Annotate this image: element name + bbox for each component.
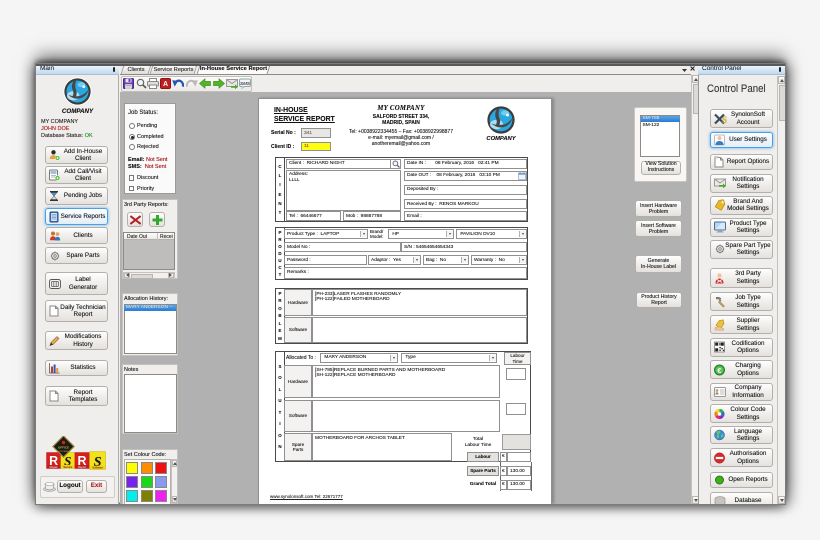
svg-text:Report: Report	[78, 465, 86, 469]
svg-text:S: S	[722, 115, 727, 125]
svg-text:Service: Service	[63, 465, 72, 469]
svg-text:Repair: Repair	[50, 465, 58, 469]
svg-text:OFFICE: OFFICE	[58, 446, 69, 450]
svg-text:A: A	[162, 81, 167, 88]
svg-text:SYSTEMS: SYSTEMS	[58, 451, 69, 453]
svg-text:Software: Software	[92, 466, 103, 470]
svg-text:SMS: SMS	[240, 81, 251, 86]
